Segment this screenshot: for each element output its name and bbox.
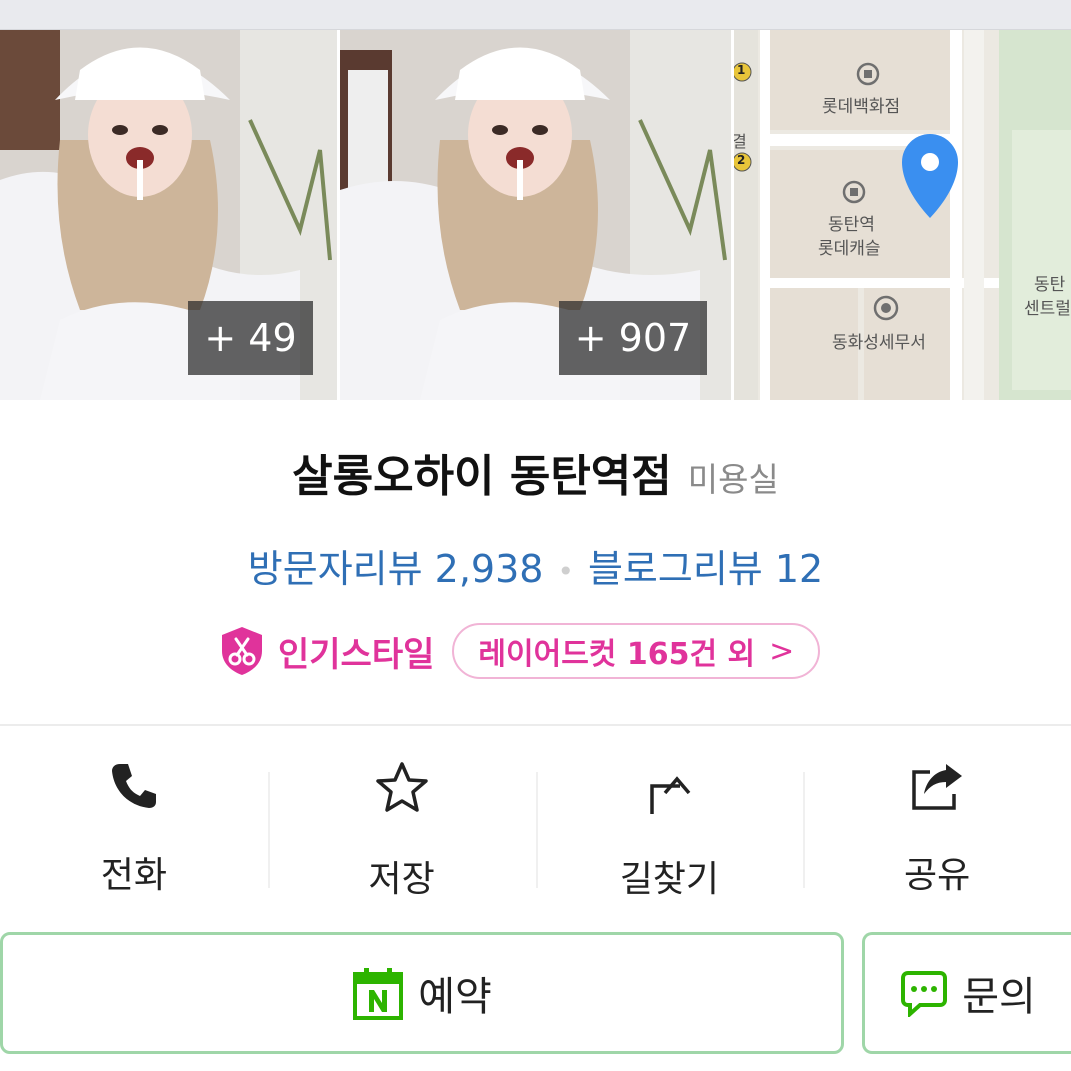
popular-style-label: 인기스타일 (278, 634, 435, 675)
map-label-central: 센트럴 (1024, 299, 1071, 319)
place-name: 살롱오하이 동탄역점 (292, 451, 672, 502)
blog-review-link[interactable]: 블로그리뷰 12 (588, 547, 823, 591)
place-category: 미용실 (687, 460, 779, 499)
directions-button[interactable]: 길찾기 (535, 760, 804, 900)
reserve-button[interactable]: 예약 (0, 932, 844, 1054)
action-bar: 전화 저장 길찾기 공유 (0, 760, 1071, 900)
gallery-photo-2[interactable]: + 907 (340, 30, 731, 400)
map-label-castle: 롯데캐슬 (818, 239, 881, 259)
share-label: 공유 (904, 855, 971, 896)
directions-icon (644, 760, 694, 816)
photo-count-badge: + 907 (559, 301, 707, 375)
review-separator: • (557, 555, 574, 588)
map-marker-1: 1 (737, 63, 746, 77)
scissors-shield-icon (218, 625, 266, 677)
visitor-review-link[interactable]: 방문자리뷰 2,938 (248, 547, 544, 591)
directions-label: 길찾기 (619, 859, 720, 900)
chevron-right-icon: > (769, 633, 795, 669)
call-button[interactable]: 전화 (0, 760, 268, 896)
map-label-lotte-dept: 롯데백화점 (822, 97, 901, 117)
phone-icon (108, 760, 160, 812)
photo-count-badge: + 49 (188, 301, 313, 375)
inquiry-button[interactable]: 문의 (862, 932, 1071, 1054)
gallery-photo-1[interactable]: + 49 (0, 30, 337, 400)
naver-calendar-icon (352, 966, 404, 1020)
photo-gallery: + 49 + 907 롯데백화점 동탄역 롯데캐슬 동탄 센트럴 동화성세무서 … (0, 30, 1071, 400)
popular-style-chip-text: 레이어드컷 165건 외 (478, 637, 756, 672)
share-icon (908, 760, 966, 812)
save-button[interactable]: 저장 (267, 760, 536, 900)
popular-style-chip[interactable]: 레이어드컷 165건 외 > (452, 623, 821, 679)
map-label-tax-office: 동화성세무서 (832, 333, 926, 353)
section-divider (0, 724, 1071, 726)
save-label: 저장 (368, 859, 435, 900)
chat-icon (900, 969, 948, 1017)
inquiry-label: 문의 (962, 974, 1036, 1020)
top-bar (0, 0, 1071, 30)
map-marker-2: 2 (737, 153, 746, 167)
place-header: 살롱오하이 동탄역점 미용실 (0, 440, 1071, 504)
share-button[interactable]: 공유 (803, 760, 1071, 896)
map-label-station: 동탄역 (828, 215, 875, 235)
map-label-edge: 결 (734, 132, 747, 151)
popular-style-row: 인기스타일 레이어드컷 165건 외 > (218, 622, 821, 680)
star-icon (373, 760, 431, 816)
reserve-label: 예약 (418, 974, 492, 1020)
map-label-dongtan: 동탄 (1034, 275, 1066, 295)
map-thumbnail[interactable]: 롯데백화점 동탄역 롯데캐슬 동탄 센트럴 동화성세무서 결 1 2 (734, 30, 1071, 400)
review-summary: 방문자리뷰 2,938 • 블로그리뷰 12 (0, 538, 1071, 593)
call-label: 전화 (100, 855, 167, 896)
